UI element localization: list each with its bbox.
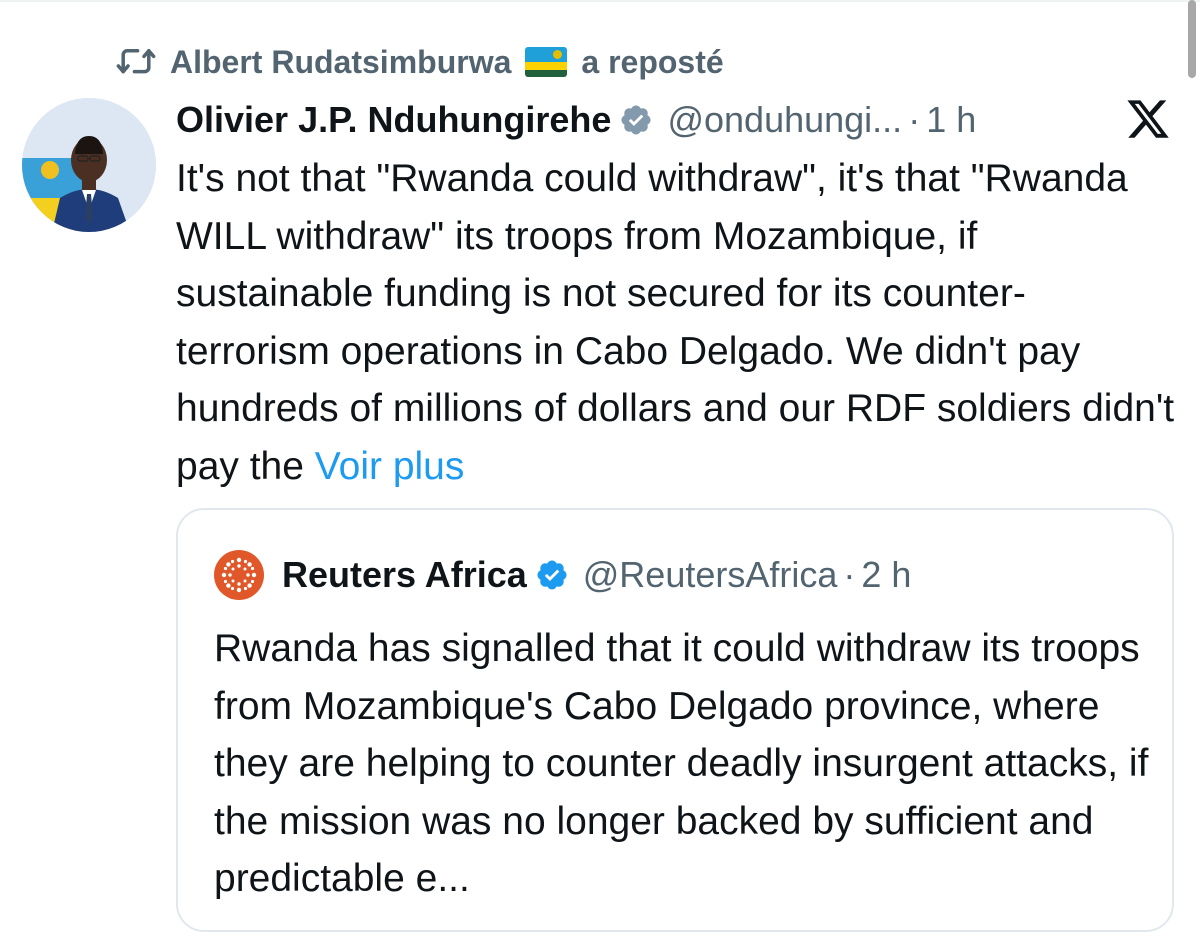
tweet-page: Albert Rudatsimburwa a reposté Olivier J bbox=[0, 0, 1200, 941]
tweet-timestamp[interactable]: 1 h bbox=[926, 99, 976, 141]
see-more-link[interactable]: Voir plus bbox=[315, 445, 465, 488]
quote-timestamp[interactable]: 2 h bbox=[861, 554, 911, 596]
repost-icon bbox=[116, 46, 156, 78]
quote-author-name[interactable]: Reuters Africa bbox=[282, 554, 527, 596]
separator: · bbox=[843, 554, 856, 595]
quote-author-handle[interactable]: @ReutersAfrica bbox=[583, 554, 838, 596]
author-handle[interactable]: @onduhungi... bbox=[667, 99, 902, 141]
rwanda-flag-icon bbox=[525, 47, 568, 77]
reuters-logo-icon bbox=[214, 550, 264, 600]
author-name[interactable]: Olivier J.P. Nduhungirehe bbox=[176, 99, 611, 141]
repost-header[interactable]: Albert Rudatsimburwa a reposté bbox=[116, 40, 724, 84]
quoted-tweet-card[interactable]: Reuters Africa @ReutersAfrica · 2 h Rwan… bbox=[176, 508, 1174, 932]
verified-badge-icon bbox=[537, 560, 567, 590]
separator: · bbox=[908, 99, 921, 140]
top-divider bbox=[0, 0, 1200, 2]
scrollbar-thumb[interactable] bbox=[1188, 0, 1196, 78]
avatar[interactable] bbox=[22, 98, 156, 232]
tweet-text: It's not that "Rwanda could withdraw", i… bbox=[176, 150, 1176, 495]
scrollbar[interactable] bbox=[1186, 0, 1200, 941]
repost-label: a reposté bbox=[581, 43, 724, 80]
quote-text: Rwanda has signalled that it could withd… bbox=[214, 627, 1149, 900]
tweet-author-row: Olivier J.P. Nduhungirehe @onduhungi... … bbox=[176, 96, 976, 144]
verified-badge-icon bbox=[621, 105, 651, 135]
reposter-name[interactable]: Albert Rudatsimburwa bbox=[170, 44, 511, 81]
x-logo-icon bbox=[1127, 100, 1169, 138]
tweet-body: It's not that "Rwanda could withdraw", i… bbox=[176, 157, 1175, 488]
quote-author-row: Reuters Africa @ReutersAfrica · 2 h bbox=[214, 550, 911, 600]
